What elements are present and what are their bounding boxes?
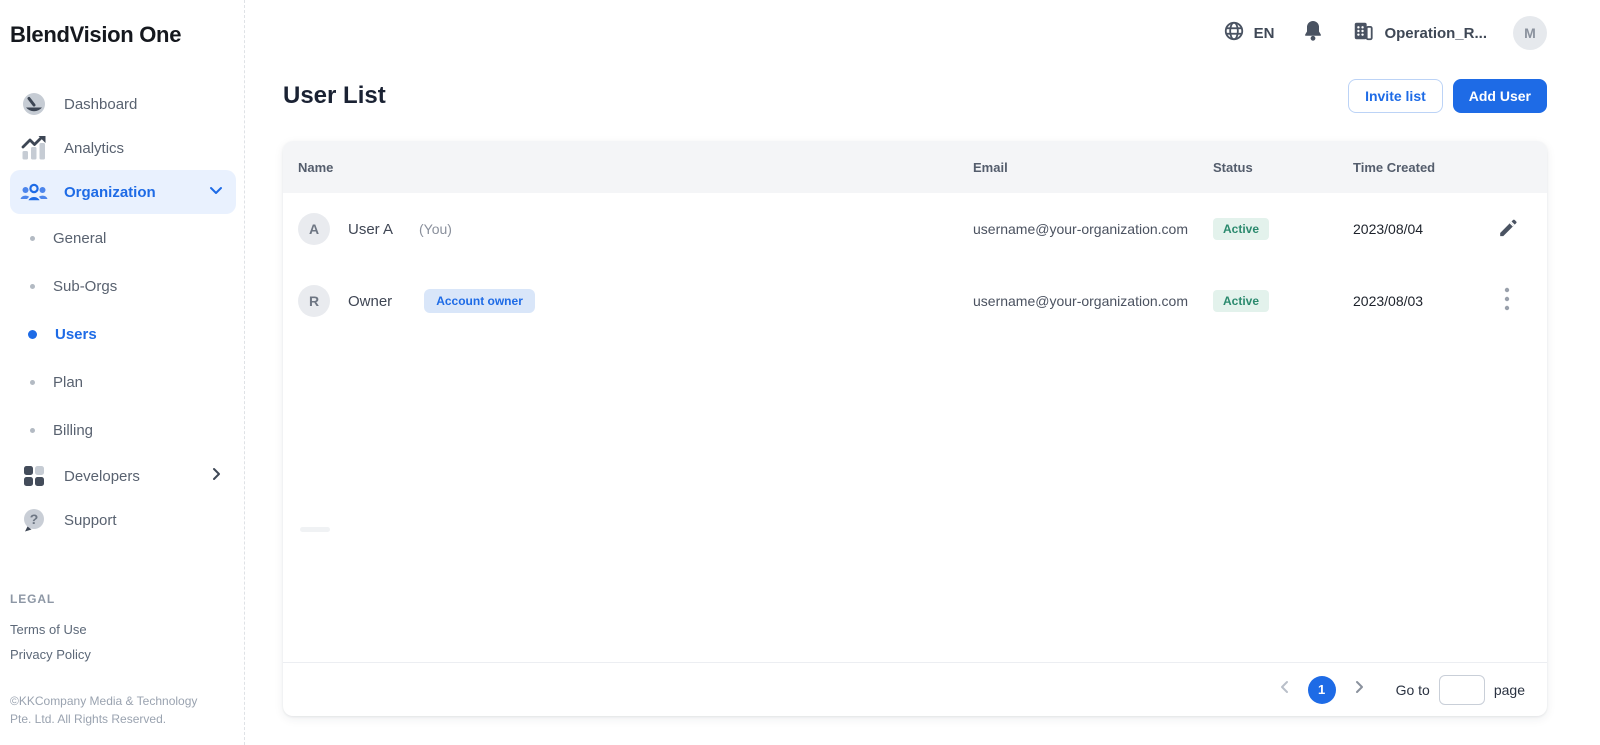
brand-logo: BlendVision One <box>10 22 236 48</box>
goto-page-input[interactable] <box>1439 675 1485 705</box>
sidebar-item-label: Support <box>64 512 224 529</box>
organization-people-icon <box>20 180 48 204</box>
next-page-button[interactable] <box>1346 677 1372 703</box>
status-badge: Active <box>1213 218 1269 240</box>
sidebar-item-label: Sub-Orgs <box>53 278 117 295</box>
developers-grid-icon <box>20 464 48 488</box>
time-created: 2023/08/04 <box>1353 221 1467 237</box>
table-empty-space <box>283 337 1547 662</box>
notifications-button[interactable] <box>1300 20 1326 46</box>
pencil-icon <box>1497 217 1517 242</box>
goto-label: Go to <box>1396 682 1430 698</box>
sidebar-item-label: Developers <box>64 468 192 485</box>
org-name-label: Operation_R... <box>1384 25 1487 42</box>
sidebar-item-dashboard[interactable]: Dashboard <box>10 82 236 126</box>
org-switcher[interactable]: Operation_R... <box>1352 20 1487 46</box>
column-header-name: Name <box>298 160 973 175</box>
user-table-card: Name Email Status Time Created A User A … <box>283 141 1547 716</box>
analytics-chart-icon <box>20 135 48 161</box>
sidebar-item-general[interactable]: General <box>10 214 236 262</box>
language-selector[interactable]: EN <box>1223 20 1275 46</box>
user-name: Owner <box>348 293 392 310</box>
invite-list-button[interactable]: Invite list <box>1348 79 1443 113</box>
copyright-text: ©KKCompany Media & Technology Pte. Ltd. … <box>10 692 218 729</box>
table-row: A User A (You) username@your-organizatio… <box>283 193 1547 265</box>
avatar: R <box>298 285 330 317</box>
table-row: R Owner Account owner username@your-orga… <box>283 265 1547 337</box>
bullet-icon <box>28 330 37 339</box>
bullet-icon <box>30 380 35 385</box>
topbar: EN Operation_R... M <box>283 0 1547 64</box>
sidebar-item-label: Dashboard <box>64 96 224 113</box>
chevron-down-icon <box>208 182 224 202</box>
sidebar-item-users[interactable]: Users <box>10 310 236 358</box>
main-content: EN Operation_R... M User List Invite lis… <box>245 0 1600 745</box>
sidebar-item-developers[interactable]: Developers <box>10 454 236 498</box>
current-page-button[interactable]: 1 <box>1308 676 1336 704</box>
status-badge: Active <box>1213 290 1269 312</box>
row-menu-button[interactable] <box>1467 287 1547 316</box>
bullet-icon <box>30 284 35 289</box>
building-icon <box>1352 20 1374 46</box>
svg-text:?: ? <box>30 511 39 527</box>
avatar: A <box>298 213 330 245</box>
sidebar-item-label: Analytics <box>64 140 224 157</box>
user-avatar[interactable]: M <box>1513 16 1547 50</box>
language-label: EN <box>1254 25 1275 42</box>
legal-section: LEGAL Terms of Use Privacy Policy ©KKCom… <box>10 592 236 729</box>
sidebar-item-label: Users <box>55 326 97 343</box>
kebab-menu-icon <box>1504 287 1510 316</box>
page-title: User List <box>283 82 386 110</box>
gauge-icon <box>20 91 48 117</box>
sidebar-item-label: Billing <box>53 422 93 439</box>
sidebar-item-analytics[interactable]: Analytics <box>10 126 236 170</box>
account-owner-badge: Account owner <box>424 289 535 313</box>
chevron-left-icon <box>1277 679 1293 700</box>
you-tag: (You) <box>419 221 452 237</box>
add-user-button[interactable]: Add User <box>1453 79 1547 113</box>
sidebar-item-support[interactable]: ? Support <box>10 498 236 542</box>
bullet-icon <box>30 428 35 433</box>
support-question-icon: ? <box>20 507 48 533</box>
bell-icon <box>1303 20 1323 47</box>
column-header-status: Status <box>1213 160 1353 175</box>
user-email: username@your-organization.com <box>973 293 1213 309</box>
sidebar-item-billing[interactable]: Billing <box>10 406 236 454</box>
sidebar-item-sub-orgs[interactable]: Sub-Orgs <box>10 262 236 310</box>
column-header-email: Email <box>973 160 1213 175</box>
pagination: 1 Go to page <box>283 662 1547 716</box>
sidebar-item-label: Plan <box>53 374 83 391</box>
column-header-time-created: Time Created <box>1353 160 1467 175</box>
privacy-policy-link[interactable]: Privacy Policy <box>10 647 236 662</box>
bullet-icon <box>30 236 35 241</box>
user-name: User A <box>348 221 393 238</box>
sidebar: BlendVision One Dashboard Analytics Orga… <box>0 0 245 745</box>
faint-dash <box>300 527 330 532</box>
previous-page-button[interactable] <box>1272 677 1298 703</box>
legal-heading: LEGAL <box>10 592 236 606</box>
user-email: username@your-organization.com <box>973 221 1213 237</box>
sidebar-item-label: Organization <box>64 184 192 201</box>
sidebar-item-label: General <box>53 230 106 247</box>
chevron-right-icon <box>208 466 224 486</box>
chevron-right-icon <box>1351 679 1367 700</box>
page-label: page <box>1494 682 1525 698</box>
sidebar-item-organization[interactable]: Organization <box>10 170 236 214</box>
table-header: Name Email Status Time Created <box>283 141 1547 193</box>
edit-user-button[interactable] <box>1467 217 1547 242</box>
terms-of-use-link[interactable]: Terms of Use <box>10 622 236 637</box>
sidebar-item-plan[interactable]: Plan <box>10 358 236 406</box>
globe-icon <box>1223 20 1245 46</box>
title-row: User List Invite list Add User <box>283 74 1547 118</box>
time-created: 2023/08/03 <box>1353 293 1467 309</box>
